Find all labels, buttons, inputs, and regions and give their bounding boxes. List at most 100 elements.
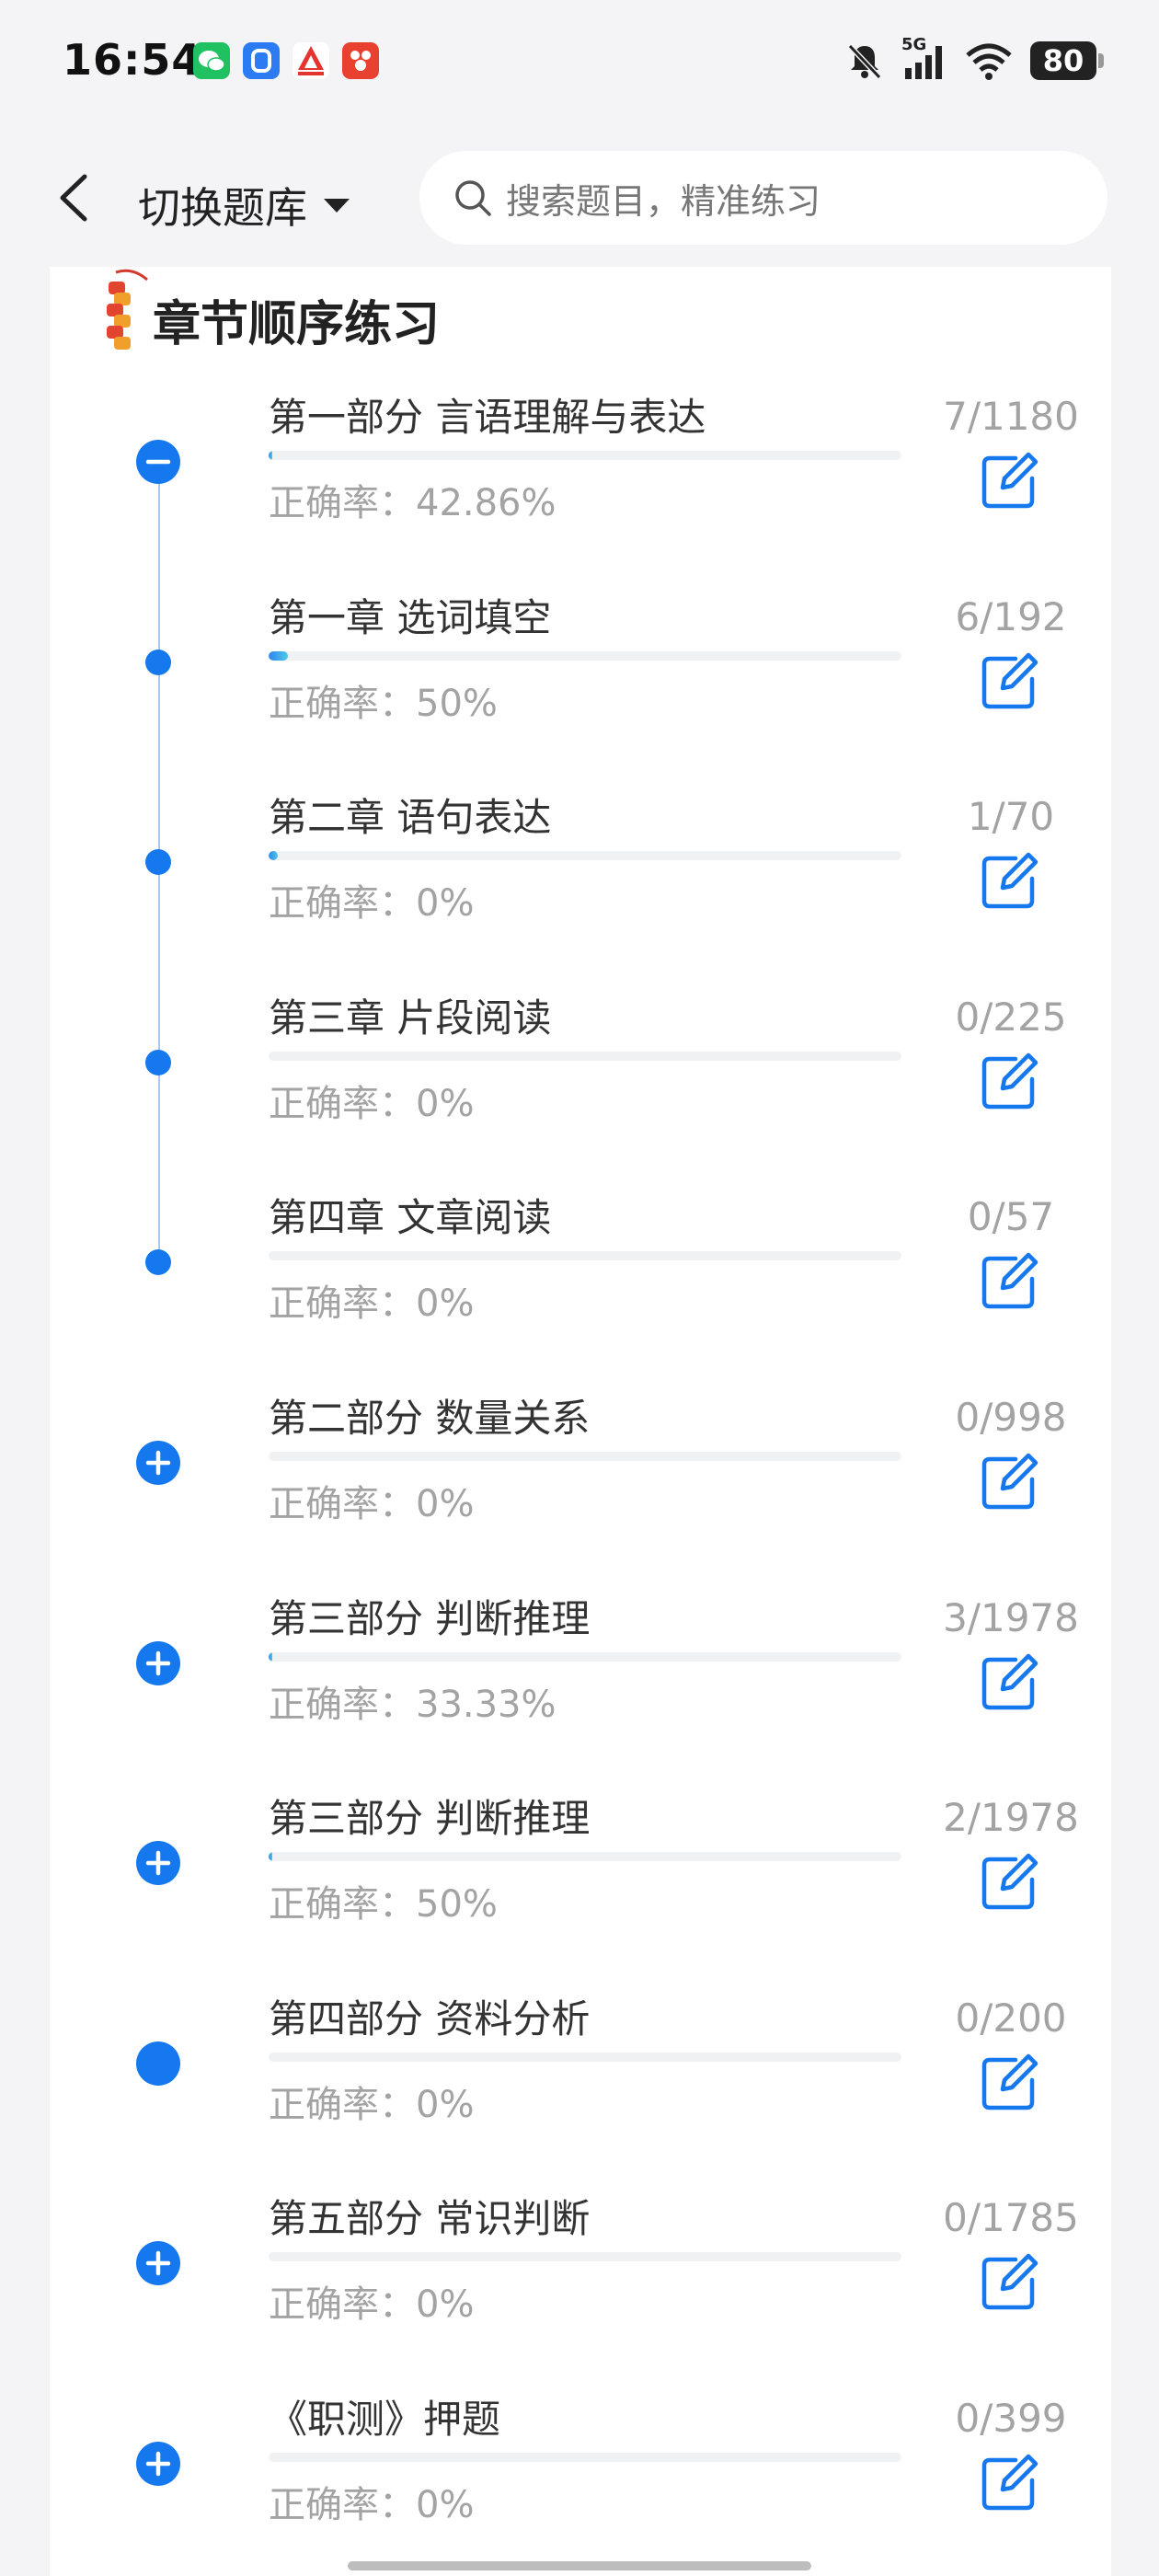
chapter-title: 第三部分 判断推理 xyxy=(269,1595,591,1641)
expand-plus-icon[interactable] xyxy=(136,2442,180,2486)
edit-icon xyxy=(981,1052,1039,1110)
accuracy-text: 正确率：0% xyxy=(269,2083,475,2126)
status-bar: 16:54 5G 80 xyxy=(0,0,1159,129)
progress-bar xyxy=(269,1051,901,1061)
chapter-title: 第二章 语句表达 xyxy=(269,795,552,841)
chapter-title: 第四部分 资料分析 xyxy=(269,1995,591,2041)
expand-plus-icon[interactable] xyxy=(136,1640,180,1685)
expand-plus-icon[interactable] xyxy=(136,1441,180,1485)
search-input[interactable]: 搜索题目，精准练习 xyxy=(419,151,1107,245)
firecracker-icon xyxy=(107,269,148,350)
search-placeholder: 搜索题目，精准练习 xyxy=(506,180,821,222)
question-count: 6/192 xyxy=(955,593,1067,639)
practice-edit-button[interactable] xyxy=(979,851,1043,910)
progress-bar xyxy=(269,2453,901,2462)
accuracy-text: 正确率：50% xyxy=(269,682,498,725)
accuracy-text: 正确率：0% xyxy=(269,1483,475,1525)
chevron-left-icon xyxy=(60,174,87,222)
signal-icon: 5G xyxy=(901,35,947,81)
expand-plus-icon[interactable] xyxy=(136,1841,180,1886)
chapter-row[interactable]: 第一章 选词填空 正确率：50% 6/192 xyxy=(50,578,1111,778)
question-count: 0/1785 xyxy=(943,2195,1079,2241)
accuracy-text: 正确率：0% xyxy=(269,2283,475,2327)
practice-edit-button[interactable] xyxy=(979,1452,1043,1511)
wifi-icon xyxy=(966,43,1012,80)
search-icon xyxy=(455,180,491,216)
filled-dot-icon xyxy=(136,2041,180,2086)
question-count: 0/57 xyxy=(967,1194,1055,1240)
timeline-dot xyxy=(145,1049,171,1075)
collapse-minus-icon[interactable] xyxy=(136,440,180,484)
chapter-row[interactable]: 第四部分 资料分析 正确率：0% 0/200 xyxy=(50,1979,1111,2179)
chapter-row[interactable]: 第一部分 言语理解与表达 正确率：42.86% 7/1180 xyxy=(50,377,1111,578)
question-count: 0/998 xyxy=(955,1395,1067,1440)
battery-icon: 80 xyxy=(1030,41,1104,80)
chapter-row[interactable]: 第二章 语句表达 正确率：0% 1/70 xyxy=(50,777,1111,978)
chapter-row[interactable]: 第五部分 常识判断 正确率：0% 0/1785 xyxy=(50,2179,1111,2379)
edit-icon xyxy=(981,1853,1039,1910)
progress-bar xyxy=(269,1651,901,1662)
question-count: 0/200 xyxy=(955,1995,1067,2041)
status-right: 5G 80 xyxy=(844,35,1104,83)
question-count: 0/225 xyxy=(955,994,1067,1040)
caret-down-icon xyxy=(324,199,350,213)
chapter-title: 第一章 选词填空 xyxy=(269,594,552,640)
practice-edit-button[interactable] xyxy=(979,1652,1043,1711)
accuracy-text: 正确率：0% xyxy=(269,1082,475,1125)
switch-label: 切换题库 xyxy=(138,183,307,233)
accuracy-text: 正确率：33.33% xyxy=(269,1683,557,1726)
question-count: 0/399 xyxy=(955,2396,1067,2441)
progress-bar xyxy=(269,1251,901,1261)
chapter-row[interactable]: 第三部分 判断推理 正确率：50% 2/1978 xyxy=(50,1778,1111,1979)
expand-plus-icon[interactable] xyxy=(136,2241,180,2286)
question-count: 7/1180 xyxy=(943,394,1079,439)
question-count: 2/1978 xyxy=(943,1795,1079,1841)
practice-edit-button[interactable] xyxy=(979,1052,1043,1110)
timeline-dot xyxy=(145,849,171,876)
practice-edit-button[interactable] xyxy=(979,651,1043,710)
practice-edit-button[interactable] xyxy=(979,1852,1043,1911)
header: 切换题库 搜索题目，精准练习 xyxy=(0,129,1159,267)
question-count: 3/1978 xyxy=(943,1594,1079,1640)
progress-bar xyxy=(269,2052,901,2062)
chapter-row[interactable]: 第二部分 数量关系 正确率：0% 0/998 xyxy=(50,1378,1111,1579)
timeline-dot xyxy=(145,649,171,675)
chapter-title: 第四章 文章阅读 xyxy=(269,1195,552,1241)
chapter-row[interactable]: 《职测》押题 正确率：0% 0/399 xyxy=(50,2379,1111,2576)
chapter-title: 第三部分 判断推理 xyxy=(269,1796,591,1842)
accuracy-text: 正确率：0% xyxy=(269,1282,475,1326)
edit-icon xyxy=(981,452,1039,509)
practice-edit-button[interactable] xyxy=(979,2252,1043,2311)
chapter-row[interactable]: 第三部分 判断推理 正确率：33.33% 3/1978 xyxy=(50,1579,1111,1779)
bell-muted-icon xyxy=(847,43,882,80)
switch-question-bank-button[interactable]: 切换题库 xyxy=(138,175,351,236)
progress-bar xyxy=(269,1452,901,1461)
timeline-dot xyxy=(145,1249,171,1276)
progress-bar xyxy=(269,2252,901,2262)
accuracy-text: 正确率：50% xyxy=(269,1883,498,1926)
chapter-title: 第二部分 数量关系 xyxy=(269,1396,591,1441)
blue-app-icon xyxy=(243,42,280,79)
status-time: 16:54 xyxy=(63,35,202,85)
practice-edit-button[interactable] xyxy=(979,1251,1043,1310)
question-count: 1/70 xyxy=(967,794,1055,840)
practice-edit-button[interactable] xyxy=(979,451,1043,510)
back-button[interactable] xyxy=(50,166,105,230)
edit-icon xyxy=(981,2053,1039,2110)
progress-bar xyxy=(269,1852,901,1862)
progress-fill xyxy=(269,451,273,460)
progress-fill xyxy=(269,851,278,861)
edit-icon xyxy=(981,2254,1039,2310)
practice-edit-button[interactable] xyxy=(979,2053,1043,2111)
section-title: 章节顺序练习 xyxy=(153,297,441,352)
progress-fill xyxy=(269,1651,273,1662)
red-app-icon xyxy=(293,42,329,79)
network-label: 5G xyxy=(901,35,927,54)
practice-edit-button[interactable] xyxy=(979,2453,1043,2512)
chapter-row[interactable]: 第四章 文章阅读 正确率：0% 0/57 xyxy=(50,1178,1111,1378)
chapter-row[interactable]: 第三章 片段阅读 正确率：0% 0/225 xyxy=(50,978,1111,1179)
edit-icon xyxy=(981,2454,1039,2511)
home-indicator xyxy=(348,2561,811,2570)
red-square-app-icon xyxy=(342,42,379,79)
progress-bar xyxy=(269,650,901,661)
